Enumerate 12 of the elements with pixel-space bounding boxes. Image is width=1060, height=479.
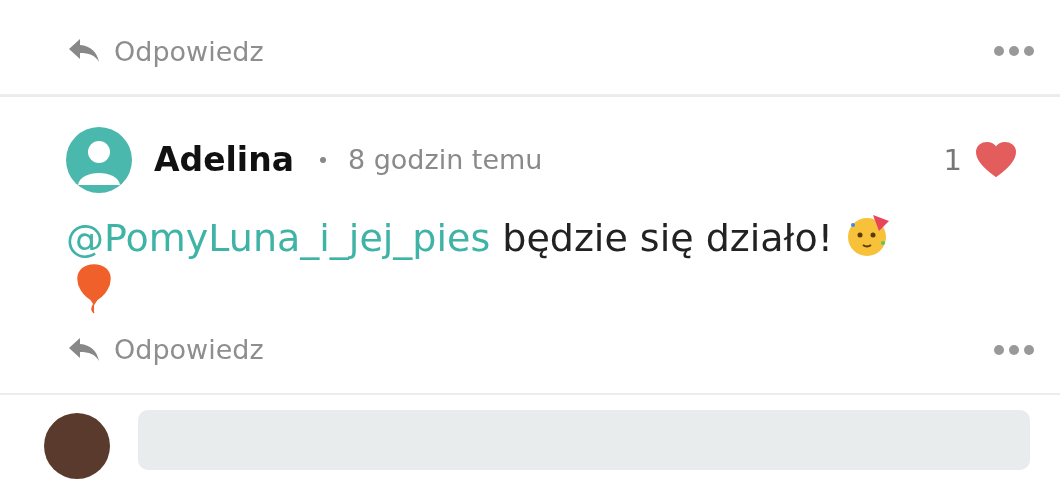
more-options-icon[interactable] (994, 46, 1034, 57)
reply-button[interactable]: Odpowiedz (68, 334, 264, 366)
reply-button[interactable]: Odpowiedz (68, 35, 264, 67)
author-name: Adelina (154, 140, 294, 179)
balloon-icon (74, 262, 114, 315)
more-options-icon[interactable] (994, 344, 1034, 355)
user-mention-link[interactable]: @PomyLuna_i_jej_pies (66, 215, 491, 260)
separator-dot (319, 156, 326, 163)
comment-text: będzie się działo! (502, 215, 833, 260)
heart-icon[interactable] (976, 141, 1016, 178)
timestamp: 8 godzin temu (347, 144, 543, 175)
like-count: 1 (943, 142, 962, 177)
